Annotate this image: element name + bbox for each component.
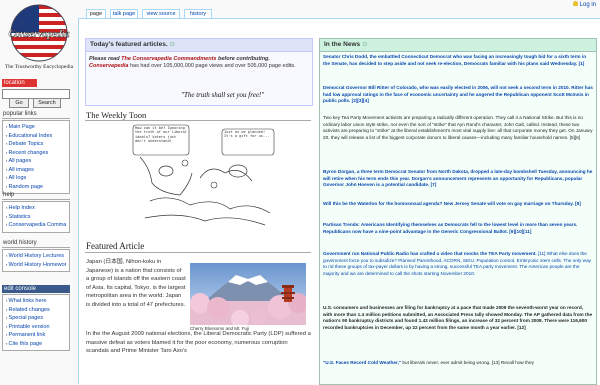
news-item-text[interactable]: U.S. consumers and businesses are filing… [323, 305, 592, 330]
sidebar-link[interactable]: All images [6, 166, 66, 175]
news-item: Partisan Trends: Americans Identifying t… [323, 222, 593, 235]
sidebar-link[interactable]: Statistics [6, 213, 66, 222]
news-item: Will this be the Waterloo for the homose… [323, 201, 593, 208]
section-divider [85, 120, 311, 121]
news-item-text[interactable]: Two key Tea Party Movement activists are… [323, 115, 592, 140]
featured-articles-header: Today's featured articles. ⊙ [86, 39, 312, 52]
help-list: Help IndexStatisticsConservapedia Comman… [2, 201, 70, 233]
news-item-text[interactable]: Partisan Trends: Americans Identifying t… [323, 222, 577, 234]
news-item-text[interactable]: Senator Chris Dodd, the embattled Connec… [323, 54, 586, 66]
sidebar-link[interactable]: Main Page [6, 123, 66, 132]
featured-articles-box: Today's featured articles. ⊙ Please read… [85, 38, 313, 106]
popular-links-list: Main PageEducational IndexDebate TopicsR… [2, 120, 70, 194]
edit-icon[interactable]: ⊙ [169, 41, 174, 48]
news-item: Byron Dorgan, a three term Democrat Sena… [323, 169, 593, 189]
featured-article-text-continued: In the the August 2009 national election… [86, 331, 311, 354]
sidebar-link[interactable]: Help Index [6, 204, 66, 213]
cherry-blossom-fuji-image[interactable] [190, 263, 306, 325]
search-button[interactable]: Search [33, 98, 61, 108]
sidebar-link[interactable]: Random page [6, 183, 66, 192]
intro-suffix: before contributing. [216, 56, 270, 62]
in-the-news-box: In the News ⊙ Senator Chris Dodd, the em… [319, 38, 597, 385]
sidebar-link[interactable]: Conservapedia Commandments [6, 221, 66, 230]
popular-links-header: popular links [2, 111, 70, 119]
featured-article-text: Japan (日本国, Nihon-koku in Japanese) is a… [86, 259, 186, 308]
news-item: Senator Chris Dodd, the embattled Connec… [323, 54, 593, 67]
world-history-header: world history [2, 240, 70, 248]
news-item: U.S. consumers and businesses are filing… [323, 305, 593, 331]
news-item-text: but liberals never, ever admit being wro… [401, 360, 534, 365]
go-button[interactable]: Go [9, 98, 29, 108]
news-item-text[interactable]: Democrat Governor Bill Ritter of Colorad… [323, 85, 593, 103]
sidebar-link[interactable]: Educational Index [6, 132, 66, 141]
sidebar-link[interactable]: Printable version [6, 323, 66, 332]
news-item: "U.S. Faces Record Cold Weather," but li… [323, 360, 593, 367]
featured-articles-title: Today's featured articles. [90, 41, 168, 48]
news-item: Government run National Public Radio has… [323, 251, 593, 277]
news-item-text[interactable]: Byron Dorgan, a three term Democrat Sena… [323, 169, 592, 187]
help-panel: help Help IndexStatisticsConservapedia C… [2, 192, 70, 233]
popular-links-panel: popular links Main PageEducational Index… [2, 111, 70, 194]
weekly-toon-cartoon: How can it be? Ignoring the truth of our… [130, 123, 280, 233]
news-item-text[interactable]: Will this be the Waterloo for the homose… [323, 201, 581, 206]
conservapedia-link[interactable]: Conservapedia [89, 63, 128, 69]
login-link[interactable]: Log in [572, 1, 596, 8]
sidebar-link[interactable]: Related changes [6, 306, 66, 315]
in-the-news-header: In the News ⊙ [320, 39, 596, 52]
logo-tagline: The Trustworthy Encyclopedia [4, 64, 74, 70]
weekly-toon-title: The Weekly Toon [86, 110, 147, 120]
sidebar-link[interactable]: Permanent link [6, 331, 66, 340]
edit-console-list: What links hereRelated changesSpecial pa… [2, 294, 70, 351]
edit-icon[interactable]: ⊙ [362, 41, 367, 48]
commandments-link[interactable]: The Conservapedia Commandments [121, 56, 216, 62]
search-header: location [2, 79, 37, 87]
sidebar-link[interactable]: Cite this page [6, 340, 66, 349]
sidebar-link[interactable]: All logs [6, 174, 66, 183]
toon-bubble-right: Just as we planned! It's a gift for us..… [224, 130, 270, 139]
login-label: Log in [579, 2, 596, 8]
featured-intro: Please read The Conservapedia Commandmen… [89, 56, 311, 70]
sidebar-link[interactable]: World History Homework [6, 261, 66, 270]
section-divider [85, 252, 311, 253]
sidebar-link[interactable]: What links here [6, 297, 66, 306]
news-item: Democrat Governor Bill Ritter of Colorad… [323, 85, 593, 105]
page-views-text: has had over 105,000,000 page views and … [128, 63, 296, 69]
world-history-list: World History LecturesWorld History Home… [2, 249, 70, 272]
world-history-panel: world history World History LecturesWorl… [2, 240, 70, 272]
toon-bubble-left: How can it be? Ignoring the truth of our… [135, 126, 187, 144]
sidebar-link[interactable]: All pages [6, 157, 66, 166]
sidebar-link[interactable]: Special pages [6, 314, 66, 323]
sidebar-link[interactable]: Recent changes [6, 149, 66, 158]
sidebar-link[interactable]: World History Lectures [6, 252, 66, 261]
logo-text: Conservapedia [8, 29, 69, 40]
news-item-lead[interactable]: Government run National Public Radio has… [323, 251, 537, 256]
truth-quote: "The truth shall set you free!" [181, 91, 265, 99]
news-item: Two key Tea Party Movement activists are… [323, 115, 593, 141]
featured-article-title: Featured Article [86, 241, 145, 251]
intro-prefix: Please read [89, 56, 122, 62]
edit-console-panel: What links hereRelated changesSpecial pa… [2, 294, 70, 351]
edit-console-header: edit console [2, 285, 70, 293]
sidebar-link[interactable]: Debate Topics [6, 140, 66, 149]
user-icon [572, 1, 578, 6]
in-the-news-title: In the News [324, 41, 361, 48]
help-header: help [2, 192, 70, 200]
news-item-lead[interactable]: "U.S. Faces Record Cold Weather," [323, 360, 401, 365]
